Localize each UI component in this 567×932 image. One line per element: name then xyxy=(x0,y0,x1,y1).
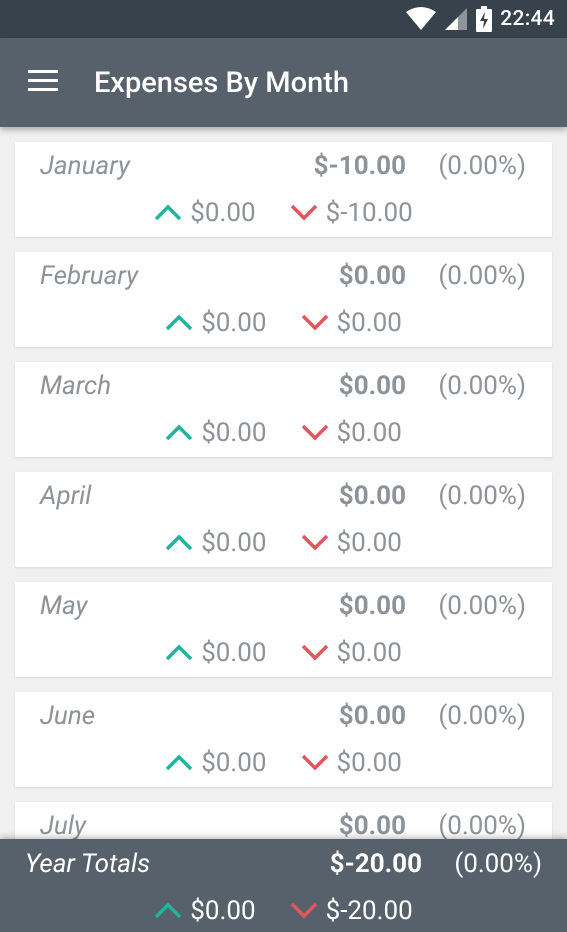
month-list[interactable]: January $-10.00 (0.00%) $0.00 $-10.00 Februar… xyxy=(0,127,567,839)
month-changes: $0.00 $0.00 xyxy=(15,418,552,448)
year-decrease-value: $-20.00 xyxy=(325,896,413,926)
year-totals-label: Year Totals xyxy=(25,849,151,879)
month-decrease-value: $0.00 xyxy=(336,528,402,558)
month-name: July xyxy=(40,811,86,839)
arrow-up-icon xyxy=(165,638,201,668)
month-decrease: $0.00 xyxy=(301,528,402,558)
month-decrease-value: $0.00 xyxy=(336,418,402,448)
battery-charging-icon xyxy=(476,6,493,32)
month-changes: $0.00 $-10.00 xyxy=(15,198,552,228)
month-decrease: $0.00 xyxy=(301,638,402,668)
month-total: $0.00 xyxy=(338,481,406,511)
signal-icon xyxy=(444,7,468,31)
month-increase-value: $0.00 xyxy=(201,308,267,338)
arrow-up-icon xyxy=(154,198,190,228)
month-decrease: $0.00 xyxy=(301,418,402,448)
hamburger-menu-icon xyxy=(28,69,58,96)
arrow-up-icon xyxy=(165,748,201,778)
month-total: $0.00 xyxy=(338,591,406,621)
year-total-percent: (0.00%) xyxy=(454,849,542,879)
arrow-down-icon xyxy=(290,198,326,228)
arrow-down-icon xyxy=(301,638,337,668)
month-increase: $0.00 xyxy=(154,198,256,228)
month-increase: $0.00 xyxy=(165,638,267,668)
year-decrease: $-20.00 xyxy=(290,896,413,926)
month-percent: (0.00%) xyxy=(438,151,526,181)
month-decrease-value: $-10.00 xyxy=(325,198,413,228)
month-decrease-value: $0.00 xyxy=(336,308,402,338)
month-card[interactable]: July$0.00(0.00%)$0.00$0.00 xyxy=(15,802,552,839)
month-changes: $0.00 $0.00 xyxy=(15,308,552,338)
month-total: $0.00 xyxy=(338,261,406,291)
month-increase: $0.00 xyxy=(165,418,267,448)
month-increase: $0.00 xyxy=(165,528,267,558)
month-percent: (0.00%) xyxy=(438,371,526,401)
year-increase: $0.00 xyxy=(154,896,256,926)
month-increase-value: $0.00 xyxy=(201,528,267,558)
arrow-down-icon xyxy=(301,418,337,448)
month-name: January xyxy=(40,151,130,181)
year-total-amount: $-20.00 xyxy=(329,849,422,879)
month-percent: (0.00%) xyxy=(438,591,526,621)
month-card[interactable]: May $0.00 (0.00%) $0.00 $0.00 xyxy=(15,582,552,677)
month-increase-value: $0.00 xyxy=(190,198,256,228)
month-percent: (0.00%) xyxy=(438,701,526,731)
month-decrease: $0.00 xyxy=(301,748,402,778)
arrow-up-icon xyxy=(154,896,190,926)
month-total: $0.00 xyxy=(338,371,406,401)
month-changes: $0.00 $0.00 xyxy=(15,748,552,778)
app-bar: Expenses By Month xyxy=(0,38,567,127)
year-increase-value: $0.00 xyxy=(190,896,256,926)
clock: 22:44 xyxy=(500,7,555,31)
month-card[interactable]: April $0.00 (0.00%) $0.00 $0.00 xyxy=(15,472,552,567)
month-card[interactable]: February $0.00 (0.00%) $0.00 $0.00 xyxy=(15,252,552,347)
arrow-up-icon xyxy=(165,418,201,448)
month-decrease: $-10.00 xyxy=(290,198,413,228)
month-name: June xyxy=(40,701,96,731)
month-card[interactable]: March $0.00 (0.00%) $0.00 $0.00 xyxy=(15,362,552,457)
month-increase-value: $0.00 xyxy=(201,638,267,668)
month-increase-value: $0.00 xyxy=(201,748,267,778)
month-changes: $0.00 $0.00 xyxy=(15,638,552,668)
page-title: Expenses By Month xyxy=(94,65,349,100)
month-increase-value: $0.00 xyxy=(201,418,267,448)
month-card[interactable]: January $-10.00 (0.00%) $0.00 $-10.00 xyxy=(15,142,552,237)
month-increase: $0.00 xyxy=(165,308,267,338)
year-changes: $0.00 $-20.00 xyxy=(0,896,567,926)
month-name: March xyxy=(40,371,112,401)
month-name: May xyxy=(40,591,88,621)
month-total: $0.00 xyxy=(338,811,406,839)
arrow-down-icon xyxy=(301,308,337,338)
month-name: April xyxy=(40,481,92,511)
arrow-up-icon xyxy=(165,528,201,558)
month-decrease: $0.00 xyxy=(301,308,402,338)
month-changes: $0.00 $0.00 xyxy=(15,528,552,558)
menu-button[interactable] xyxy=(0,38,88,127)
month-name: February xyxy=(40,261,139,291)
year-totals-bar: Year Totals $-20.00 (0.00%) $0.00 $-20.0… xyxy=(0,839,567,932)
arrow-down-icon xyxy=(301,528,337,558)
month-total: $-10.00 xyxy=(313,151,406,181)
month-increase: $0.00 xyxy=(165,748,267,778)
status-bar: 22:44 xyxy=(0,0,567,38)
month-decrease-value: $0.00 xyxy=(336,748,402,778)
month-total: $0.00 xyxy=(338,701,406,731)
month-card[interactable]: June $0.00 (0.00%) $0.00 $0.00 xyxy=(15,692,552,787)
arrow-up-icon xyxy=(165,308,201,338)
month-percent: (0.00%) xyxy=(438,261,526,291)
arrow-down-icon xyxy=(290,896,326,926)
wifi-icon xyxy=(406,7,437,31)
arrow-down-icon xyxy=(301,748,337,778)
month-percent: (0.00%) xyxy=(438,811,526,839)
month-decrease-value: $0.00 xyxy=(336,638,402,668)
month-percent: (0.00%) xyxy=(438,481,526,511)
